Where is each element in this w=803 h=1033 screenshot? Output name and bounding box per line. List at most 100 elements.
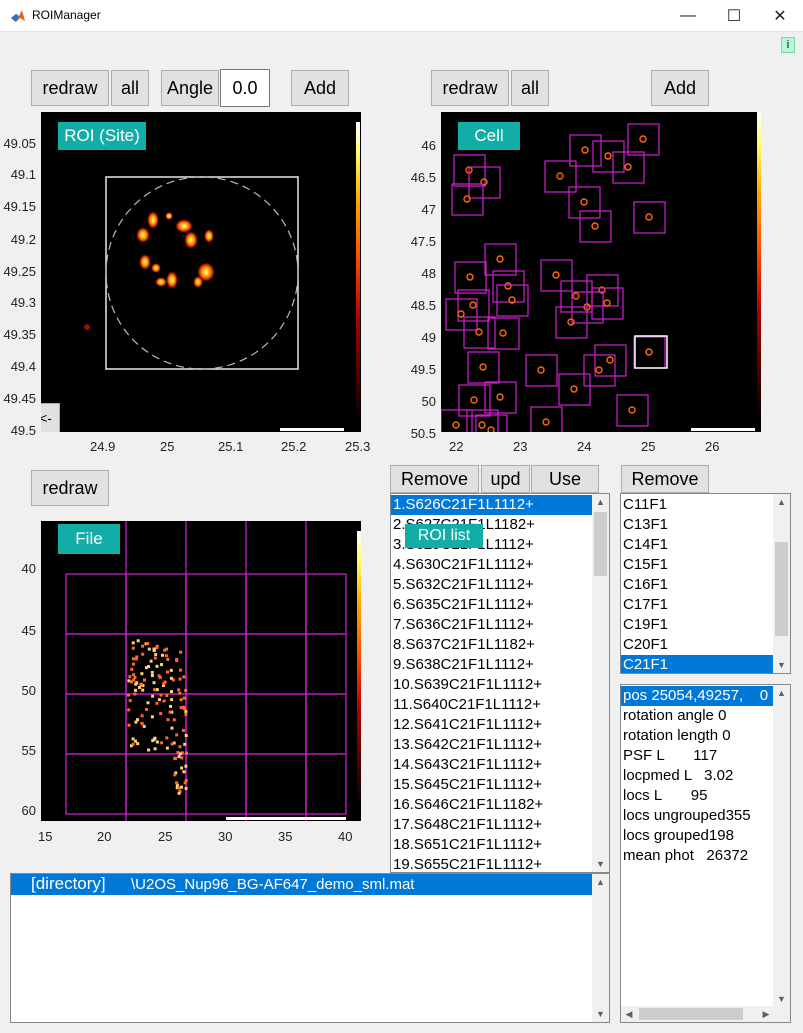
file-listbox[interactable]: [directory] \U2OS_Nup96_BG-AF647_demo_sm…: [10, 873, 610, 1023]
cell-scrollbar[interactable]: ▲ ▼: [773, 494, 790, 673]
cell-list-item[interactable]: C13F1: [621, 515, 773, 535]
roi-list-item[interactable]: 9.S638C21F1L1112+: [391, 655, 592, 675]
cell-list-item[interactable]: C15F1: [621, 555, 773, 575]
info-list-item[interactable]: PSF L 117: [621, 746, 773, 766]
roi-listbox[interactable]: 1.S626C21F1L1112+2.S627C21F1L1182+3.S629…: [390, 493, 610, 873]
cell-list-item[interactable]: C20F1: [621, 635, 773, 655]
info-hscrollbar[interactable]: ◀ ▶: [621, 1006, 790, 1022]
cell-all-button[interactable]: all: [511, 70, 549, 106]
file-x-axis: 15 20 25 30 35 40: [38, 829, 353, 844]
cell-list-item[interactable]: C11F1: [621, 495, 773, 515]
minimize-button[interactable]: —: [665, 0, 711, 32]
file-y-axis: 40 45 50 55 60: [21, 561, 36, 818]
localization-blobs: [84, 211, 215, 330]
file-label: File: [58, 524, 120, 554]
matlab-icon: [11, 10, 25, 22]
roi-remove-button[interactable]: Remove: [390, 465, 479, 493]
cell-redraw-button[interactable]: redraw: [431, 70, 509, 106]
maximize-button[interactable]: ☐: [711, 0, 757, 32]
file-plot[interactable]: File: [41, 521, 361, 821]
cell-plot[interactable]: Cell: [441, 112, 761, 432]
info-list-item[interactable]: pos 25054,49257, 0: [621, 686, 773, 706]
roi-x-axis: 24.9 25 25.1 25.2 25.3: [90, 439, 371, 454]
scroll-down-icon[interactable]: ▼: [592, 1006, 609, 1022]
file-row[interactable]: [directory] \U2OS_Nup96_BG-AF647_demo_sm…: [11, 874, 592, 895]
cell-listbox[interactable]: C11F1 C13F1 C14F1 C15F1 C16F1 C17F1 C19F1 C20F1…: [620, 493, 791, 674]
localization-dots: [127, 639, 188, 795]
roi-list-item[interactable]: 4.S630C21F1L1112+: [391, 555, 592, 575]
roi-list-item[interactable]: 11.S640C21F1L1112+: [391, 695, 592, 715]
roi-list-item[interactable]: 14.S643C21F1L1112+: [391, 755, 592, 775]
scroll-right-icon[interactable]: ▶: [758, 1006, 774, 1022]
file-image: [65, 521, 347, 821]
roi-add-button[interactable]: Add: [291, 70, 349, 106]
cell-list-item[interactable]: C19F1: [621, 615, 773, 635]
cell-list-item[interactable]: C17F1: [621, 595, 773, 615]
cell-list-item[interactable]: C14F1: [621, 535, 773, 555]
roi-list-item[interactable]: 17.S648C21F1L1112+: [391, 815, 592, 835]
roi-list-item[interactable]: 15.S645C21F1L1112+: [391, 775, 592, 795]
scroll-left-icon[interactable]: ◀: [621, 1006, 637, 1022]
cell-x-axis: 22 23 24 25 26: [449, 439, 720, 454]
scroll-up-icon[interactable]: ▲: [773, 685, 790, 701]
selected-site-box: [634, 335, 668, 369]
cell-image: [441, 123, 755, 432]
info-scrollbar[interactable]: ▲ ▼: [773, 685, 790, 1007]
scroll-thumb[interactable]: [594, 512, 607, 576]
roi-list-item[interactable]: 10.S639C21F1L1112+: [391, 675, 592, 695]
cell-add-button[interactable]: Add: [651, 70, 709, 106]
roi-list-item[interactable]: 12.S641C21F1L1112+: [391, 715, 592, 735]
cell-list-item[interactable]: C21F1: [621, 655, 773, 673]
scroll-up-icon[interactable]: ▲: [592, 494, 609, 510]
roi-list-item[interactable]: 19.S655C21F1L1112+: [391, 855, 592, 872]
angle-label: Angle: [161, 70, 219, 106]
info-list-item[interactable]: locpmed L 3.02: [621, 766, 773, 786]
file-colorbar: [357, 531, 361, 806]
directory-label: [directory]: [31, 874, 106, 893]
title-bar: ROIManager — ☐ ✕: [0, 0, 803, 32]
roi-list-item[interactable]: 6.S635C21F1L1112+: [391, 595, 592, 615]
close-button[interactable]: ✕: [757, 0, 803, 32]
scroll-up-icon[interactable]: ▲: [592, 874, 609, 890]
use-button[interactable]: Use: [531, 465, 599, 493]
roi-list-label: ROI list: [405, 524, 483, 548]
roi-list-item[interactable]: 1.S626C21F1L1112+: [391, 495, 592, 515]
info-list-item[interactable]: mean phot 26372: [621, 846, 773, 866]
info-list-item[interactable]: rotation angle 0: [621, 706, 773, 726]
scroll-down-icon[interactable]: ▼: [773, 991, 790, 1007]
cell-y-axis: 46 46.5 47 47.5 48 48.5 49 49.5 50 50.5: [410, 138, 436, 441]
scroll-down-icon[interactable]: ▼: [773, 657, 790, 673]
scroll-thumb[interactable]: [775, 542, 788, 636]
cell-list-item[interactable]: C16F1: [621, 575, 773, 595]
back-button[interactable]: <-: [41, 403, 60, 432]
roi-list-item[interactable]: 13.S642C21F1L1112+: [391, 735, 592, 755]
roi-site-plot[interactable]: ROI (Site) <-: [41, 112, 361, 432]
roi-y-axis: 49.05 49.1 49.15 49.2 49.25 49.3 49.35 4…: [3, 136, 36, 438]
roi-scrollbar[interactable]: ▲ ▼: [592, 494, 609, 872]
roi-list-item[interactable]: 16.S646C21F1L1182+: [391, 795, 592, 815]
info-list-item[interactable]: locs grouped198: [621, 826, 773, 846]
upd-button[interactable]: upd: [481, 465, 530, 493]
file-name: \U2OS_Nup96_BG-AF647_demo_sml.mat: [131, 876, 415, 893]
scroll-down-icon[interactable]: ▼: [592, 856, 609, 872]
info-list-item[interactable]: rotation length 0: [621, 726, 773, 746]
roi-all-button[interactable]: all: [111, 70, 149, 106]
info-list-item[interactable]: locs ungrouped355: [621, 806, 773, 826]
grid-boxes: [65, 521, 347, 821]
file-redraw-button[interactable]: redraw: [31, 470, 109, 506]
roi-site-label: ROI (Site): [58, 122, 146, 150]
info-list-item[interactable]: locs L 95: [621, 786, 773, 806]
roi-list-item[interactable]: 5.S632C21F1L1112+: [391, 575, 592, 595]
roi-site-image: [84, 176, 344, 431]
roi-list-item[interactable]: 18.S651C21F1L1112+: [391, 835, 592, 855]
info-button[interactable]: i: [781, 37, 795, 53]
roi-redraw-button[interactable]: redraw: [31, 70, 109, 106]
roi-list-item[interactable]: 8.S637C21F1L1182+: [391, 635, 592, 655]
roi-list-item[interactable]: 7.S636C21F1L1112+: [391, 615, 592, 635]
scroll-up-icon[interactable]: ▲: [773, 494, 790, 510]
hscroll-thumb[interactable]: [639, 1008, 743, 1020]
cell-remove-button[interactable]: Remove: [621, 465, 709, 493]
info-listbox[interactable]: pos 25054,49257, 0 rotation angle 0 rotati…: [620, 684, 791, 1023]
file-scrollbar[interactable]: ▲ ▼: [592, 874, 609, 1022]
angle-input[interactable]: 0.0: [220, 69, 270, 107]
